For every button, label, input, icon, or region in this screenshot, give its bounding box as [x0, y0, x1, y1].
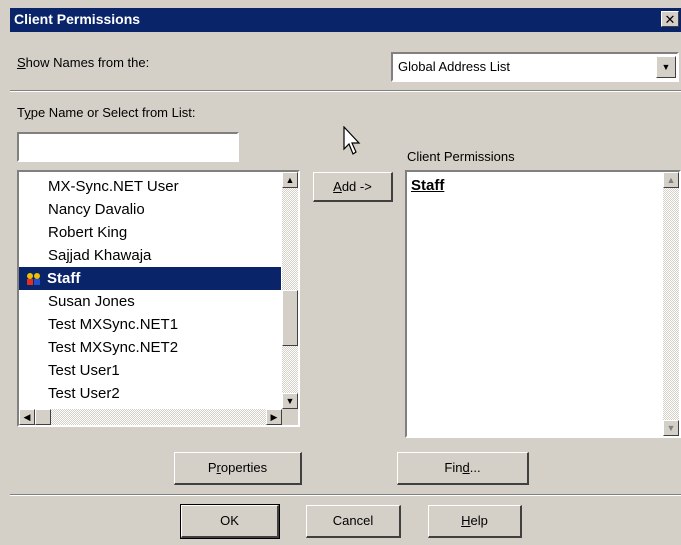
names-list-scroll-left[interactable]: ◀: [19, 409, 35, 425]
mouse-pointer-icon: [343, 126, 361, 155]
arrow-right-icon: ▶: [270, 412, 278, 422]
chevron-down-icon: ▼: [661, 62, 671, 72]
list-item-label: Test User2: [48, 385, 120, 402]
arrow-up-icon: ▲: [285, 175, 295, 185]
find-button[interactable]: Find...: [397, 452, 529, 485]
list-item-label: Test User1: [48, 362, 120, 379]
list-item[interactable]: Test User1: [19, 359, 281, 382]
names-list-body: MX-Sync.NET User Nancy Davalio Robert King…: [19, 175, 281, 405]
list-item[interactable]: Staff: [19, 267, 281, 290]
names-list-scroll-right[interactable]: ▶: [266, 409, 282, 425]
arrow-down-icon: ▼: [285, 396, 295, 406]
arrow-up-icon: ▲: [666, 175, 676, 185]
list-item-label: Staff: [47, 270, 81, 287]
list-item[interactable]: Sajjad Khawaja: [19, 244, 281, 267]
ok-button[interactable]: OK: [180, 504, 280, 539]
list-item[interactable]: Robert King: [19, 221, 281, 244]
client-permissions-list[interactable]: Staff ▲ ▼: [405, 170, 681, 438]
list-item-label: Test MXSync.NET1: [48, 316, 179, 333]
title-bar: Client Permissions ✕: [10, 8, 681, 32]
permissions-scroll-up[interactable]: ▲: [663, 172, 679, 188]
separator-top: [10, 90, 681, 92]
cancel-button[interactable]: Cancel: [306, 505, 401, 538]
list-item[interactable]: Susan Jones: [19, 290, 281, 313]
properties-button[interactable]: Properties: [174, 452, 302, 485]
permissions-vscroll-track[interactable]: [663, 188, 679, 420]
list-item[interactable]: Test MXSync.NET1: [19, 313, 281, 336]
separator-bottom: [10, 494, 681, 496]
names-list-scroll-down[interactable]: ▼: [282, 393, 298, 409]
names-list-hscroll-track[interactable]: [19, 409, 282, 425]
list-item-label: Robert King: [48, 224, 128, 241]
list-item-label: Test MXSync.NET2: [48, 339, 179, 356]
names-list-scroll-up[interactable]: ▲: [282, 172, 298, 188]
close-button[interactable]: ✕: [661, 11, 679, 27]
distribution-group-icon: [27, 273, 40, 286]
list-item[interactable]: MX-Sync.NET User: [19, 175, 281, 198]
arrow-down-icon: ▼: [666, 423, 676, 433]
permissions-scroll-down[interactable]: ▼: [663, 420, 679, 436]
dialog-title: Client Permissions: [14, 11, 141, 27]
type-name-label: Type Name or Select from List:: [17, 105, 196, 120]
permission-item-staff[interactable]: Staff: [411, 177, 444, 194]
names-list-vscroll-thumb[interactable]: [282, 290, 298, 346]
close-icon: ✕: [664, 12, 676, 27]
type-name-input[interactable]: [17, 132, 239, 162]
list-item[interactable]: Nancy Davalio: [19, 198, 281, 221]
client-permissions-label: Client Permissions: [407, 149, 515, 164]
address-list-dropdown[interactable]: Global Address List ▼: [391, 52, 679, 82]
dropdown-arrow-button[interactable]: ▼: [656, 56, 676, 78]
show-names-label: Show Names from the:: [17, 55, 150, 70]
list-item[interactable]: Test User2: [19, 382, 281, 405]
list-item-label: Nancy Davalio: [48, 201, 145, 218]
list-item-label: MX-Sync.NET User: [48, 178, 179, 195]
arrow-left-icon: ◀: [23, 412, 31, 422]
list-item[interactable]: Test MXSync.NET2: [19, 336, 281, 359]
add-button[interactable]: Add ->: [313, 172, 393, 202]
names-list-hscroll-thumb[interactable]: [35, 409, 51, 425]
list-item-label: Sajjad Khawaja: [48, 247, 152, 264]
help-button[interactable]: Help: [428, 505, 522, 538]
names-list[interactable]: MX-Sync.NET User Nancy Davalio Robert King…: [17, 170, 300, 427]
address-list-selected: Global Address List: [398, 59, 511, 74]
list-item-label: Susan Jones: [48, 293, 135, 310]
scroll-corner: [282, 409, 298, 425]
